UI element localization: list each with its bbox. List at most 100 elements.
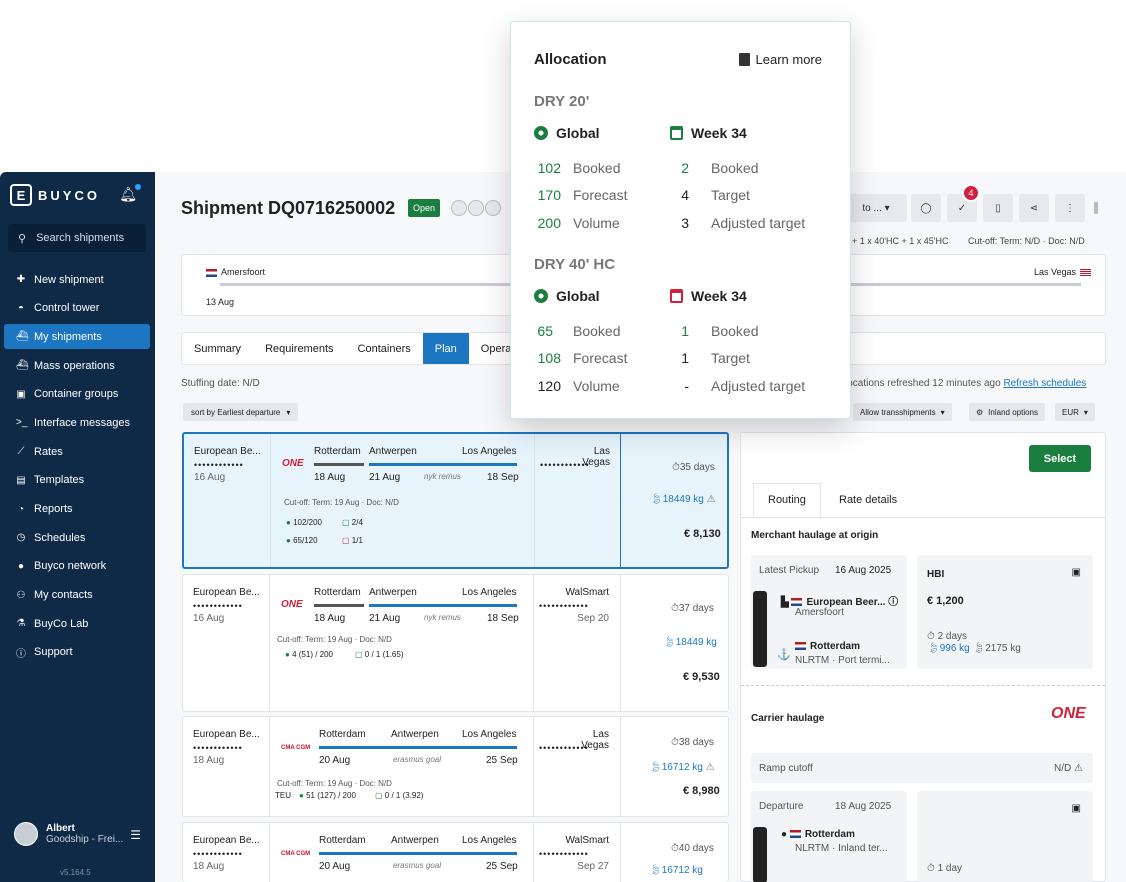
anchor-icon: ⚓: [777, 649, 791, 661]
schedule-card[interactable]: European Be... •••••••••••• 16 Aug ONE R…: [182, 432, 729, 569]
leg-bar: [369, 604, 517, 607]
timeline-origin-label: Amersfoort: [221, 267, 266, 277]
refresh-status-text: locations refreshed 12 minutes ago: [845, 378, 1001, 389]
leg2-port: Antwerpen: [369, 446, 417, 457]
calendar-icon: [670, 126, 683, 140]
sidebar-item-my-shipments[interactable]: ⛴ My shipments: [4, 324, 150, 350]
transit-days: ⏱40 days: [671, 843, 714, 854]
latest-pickup-label: Latest Pickup: [759, 565, 820, 576]
schedule-card[interactable]: European Be... •••••••••••• 16 Aug ONE R…: [182, 574, 729, 712]
watchers[interactable]: [451, 200, 501, 216]
merchant-haulage-title: Merchant haulage at origin: [751, 530, 879, 541]
currency-dropdown[interactable]: EUR ▾: [1055, 403, 1095, 421]
card-origin-dots: ••••••••••••: [194, 460, 244, 470]
sidebar-item-buyco-network[interactable]: ● Buyco network: [4, 554, 150, 579]
leaf-icon: 🍃︎: [927, 643, 940, 654]
warning-icon: ⚠: [1074, 763, 1083, 774]
leg1-port: Rotterdam: [319, 729, 366, 740]
allocation-week-chip[interactable]: ▢ 0 / 1 (3.92): [375, 791, 423, 800]
transit-days: ⏱35 days: [672, 462, 715, 473]
flask-icon: ⚗: [16, 618, 26, 630]
check-circle-icon: ✓: [957, 202, 967, 214]
caret-down-icon: ▾: [286, 407, 291, 417]
sidebar-item-label: Buyco network: [34, 560, 107, 573]
transshipments-dropdown[interactable]: Allow transshipments ▾: [853, 403, 952, 421]
tab-plan[interactable]: Plan: [422, 333, 469, 364]
refresh-schedules-link[interactable]: Refresh schedules: [1003, 378, 1086, 389]
calendar-icon: ▢: [355, 650, 363, 659]
menu-icon[interactable]: ☰: [130, 828, 141, 842]
container-icon: ▣: [16, 388, 26, 400]
chart-icon: ⟋: [17, 446, 25, 458]
allocation-week-chip[interactable]: ▢ 2/4: [342, 518, 363, 527]
bookmark-icon[interactable]: ❚: [1091, 200, 1101, 214]
popup-title: Allocation: [534, 51, 607, 68]
inland-options-button[interactable]: ⚙ Inland options: [969, 403, 1045, 421]
allocation-global-chip[interactable]: ● 51 (127) / 200: [299, 791, 356, 800]
sidebar-item-my-contacts[interactable]: ⚇ My contacts: [4, 583, 150, 608]
sidebar-item-label: Reports: [34, 503, 73, 515]
allocation-global-chip[interactable]: ● 4 (51) / 200: [285, 650, 333, 659]
sidebar-item-support[interactable]: ⓘ Support: [4, 640, 150, 665]
globe-icon: [534, 289, 548, 303]
comment-button[interactable]: ◯: [911, 194, 941, 222]
share-button[interactable]: ⋖: [1019, 194, 1049, 222]
sidebar-item-control-tower[interactable]: ◓ Control tower: [4, 296, 150, 321]
move-to-dropdown[interactable]: to ... ▾: [845, 194, 907, 222]
select-button[interactable]: Select: [1029, 445, 1091, 472]
tab-routing[interactable]: Routing: [753, 483, 821, 517]
schedule-card[interactable]: European Be... •••••••••••• 18 Aug CMA C…: [182, 822, 729, 882]
allocation-global-chip[interactable]: ● 102/200: [286, 518, 322, 527]
co2-weight: 🍃︎16712 kg: [649, 865, 703, 876]
carrier-logo: ONE: [281, 599, 303, 610]
bell-icon[interactable]: 🔔︎: [119, 186, 137, 203]
tab-containers[interactable]: Containers: [346, 333, 423, 364]
allocation-week-chip[interactable]: ▢ 0 / 1 (1.65): [355, 650, 403, 659]
template-icon: ▤: [16, 474, 26, 486]
tab-rate-details[interactable]: Rate details: [825, 483, 911, 517]
tab-summary[interactable]: Summary: [182, 333, 253, 364]
sidebar-item-label: Mass operations: [34, 359, 115, 372]
search-shipments-input[interactable]: ⚲ Search shipments: [8, 224, 146, 252]
timer-icon: ⏱: [927, 631, 935, 642]
leg3-date: 25 Sep: [486, 755, 518, 766]
sidebar-item-container-groups[interactable]: ▣ Container groups: [4, 382, 150, 407]
haulier-box[interactable]: HBI ▣ € 1,200 ⏱ 2 days 🍃︎996 kg 🍃︎2175 k…: [917, 555, 1093, 669]
sidebar-item-rates[interactable]: ⟋ Rates: [4, 439, 150, 464]
week-heading: Week 34: [670, 125, 747, 141]
sidebar-item-label: BuyCo Lab: [34, 617, 89, 630]
sidebar-item-buyco-lab[interactable]: ⚗ BuyCo Lab: [4, 611, 150, 636]
sidebar-item-interface-messages[interactable]: >_ Interface messages: [4, 410, 150, 435]
sidebar-item-label: My shipments: [34, 330, 102, 343]
sidebar-item-schedules[interactable]: ◷ Schedules: [4, 525, 150, 550]
card-destination: WalSmart: [565, 835, 609, 846]
sidebar-item-reports[interactable]: ◔ Reports: [4, 497, 150, 522]
allocation-popup: Allocation Learn more DRY 20' Global Wee…: [510, 21, 851, 419]
schedule-card[interactable]: European Be... •••••••••••• 18 Aug CMA C…: [182, 716, 729, 817]
warning-icon: ⚠: [705, 762, 715, 773]
sidebar-item-templates[interactable]: ▤ Templates: [4, 468, 150, 493]
plus-icon: ✚: [16, 274, 26, 285]
tab-requirements[interactable]: Requirements: [253, 333, 345, 364]
sidebar-item-new-shipment[interactable]: ✚ New shipment: [4, 267, 150, 292]
sidebar-item-mass-operations[interactable]: ⛴ Mass operations: [4, 353, 150, 378]
user-profile[interactable]: Albert Goodship - Frei...: [14, 822, 123, 846]
divider: [270, 434, 271, 567]
stop-name: Rotterdam: [804, 829, 855, 840]
learn-more-link[interactable]: Learn more: [738, 52, 822, 67]
sort-dropdown[interactable]: sort by Earliest departure ▾: [183, 403, 299, 421]
global-booked-label: Booked: [573, 323, 621, 339]
allocation-global-chip[interactable]: ● 65/120: [286, 536, 318, 545]
users-icon: ⚇: [16, 589, 26, 601]
allocation-week-chip[interactable]: ▢ 1/1: [342, 536, 363, 545]
allocation-value: 0 / 1 (1.65): [364, 650, 404, 659]
brand-logo[interactable]: E BUYCO: [10, 184, 100, 206]
leg2-date: 21 Aug: [369, 613, 401, 624]
global-booked-value: 65: [537, 323, 553, 339]
timeline-origin: Amersfoort: [206, 267, 265, 277]
vessel-name: nyk remus: [424, 613, 461, 622]
more-button[interactable]: ⋮: [1055, 194, 1085, 222]
factory-icon: ▙: [781, 597, 789, 608]
stop-sub: NLRTM · Port termi...: [795, 655, 890, 666]
document-button[interactable]: ▯: [983, 194, 1013, 222]
